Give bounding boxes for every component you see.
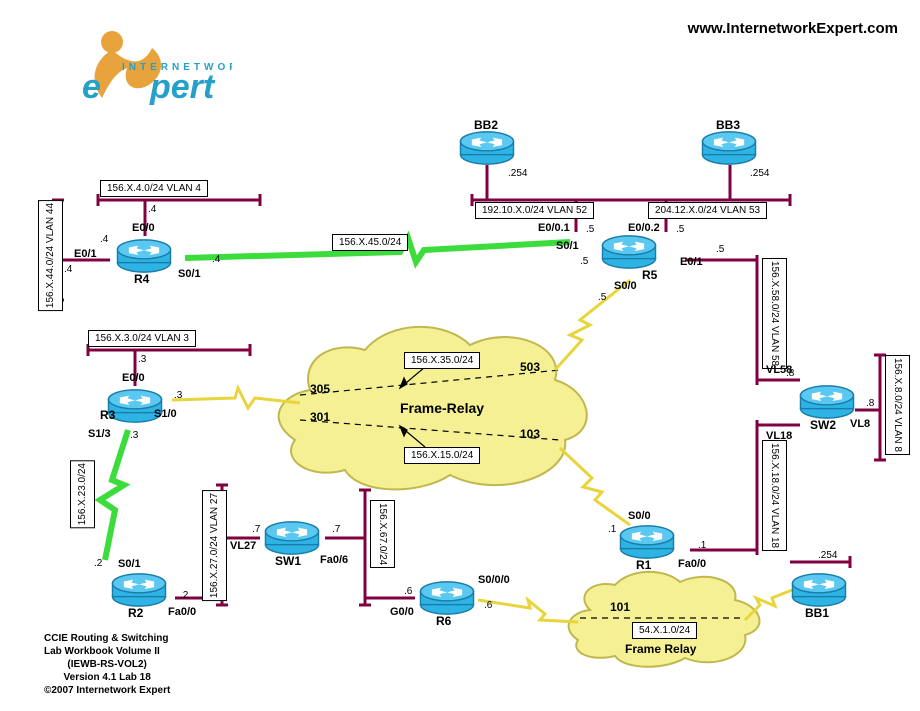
subnet-r2r3: 156.X.23.0/24 bbox=[70, 460, 95, 528]
label-r1: R1 bbox=[636, 558, 651, 572]
addr-r2-a: .2 bbox=[94, 558, 102, 569]
router-r5 bbox=[600, 234, 658, 270]
addr-r5-a: .5 bbox=[586, 224, 594, 235]
footer-l3: (IEWB-RS-VOL2) bbox=[44, 658, 170, 671]
iface-sw2-vl18: VL18 bbox=[766, 430, 792, 442]
addr-r5-b: .5 bbox=[676, 224, 684, 235]
iface-r1-fa00: Fa0/0 bbox=[678, 558, 706, 570]
footer-l2: Lab Workbook Volume II bbox=[44, 645, 170, 658]
subnet-sw1r6: 156.X.67.0/24 bbox=[370, 500, 395, 568]
addr-r3-a: .3 bbox=[138, 354, 146, 365]
dlci-101: 101 bbox=[610, 600, 630, 614]
cloud-main-label: Frame-Relay bbox=[400, 400, 484, 416]
addr-r4-c: .4 bbox=[100, 234, 108, 245]
addr-sw2-a: .8 bbox=[786, 368, 794, 379]
label-bb2: BB2 bbox=[474, 118, 498, 132]
subnet-r3r5: 156.X.35.0/24 bbox=[404, 352, 480, 369]
label-r4: R4 bbox=[134, 272, 149, 286]
subnet-vlan53: 204.12.X.0/24 VLAN 53 bbox=[648, 202, 767, 219]
iface-r2-s01: S0/1 bbox=[118, 558, 141, 570]
footer-block: CCIE Routing & Switching Lab Workbook Vo… bbox=[44, 632, 170, 697]
iface-r5-s00: S0/0 bbox=[614, 280, 637, 292]
label-bb3: BB3 bbox=[716, 118, 740, 132]
addr-sw2-b: .8 bbox=[866, 398, 874, 409]
subnet-r1r3: 156.X.15.0/24 bbox=[404, 447, 480, 464]
subnet-vlan52: 192.10.X.0/24 VLAN 52 bbox=[475, 202, 594, 219]
iface-r4-e01: E0/1 bbox=[74, 248, 97, 260]
subnet-vlan4: 156.X.4.0/24 VLAN 4 bbox=[100, 180, 208, 197]
iface-r3-e00: E0/0 bbox=[122, 372, 145, 384]
label-r5: R5 bbox=[642, 268, 657, 282]
footer-l1: CCIE Routing & Switching bbox=[44, 632, 170, 645]
iface-r1-s00: S0/0 bbox=[628, 510, 651, 522]
subnet-vlan8: 156.X.8.0/24 VLAN 8 bbox=[885, 355, 910, 455]
router-sw1 bbox=[263, 520, 321, 556]
dlci-301: 301 bbox=[310, 410, 330, 424]
dlci-103: 103 bbox=[520, 427, 540, 441]
footer-l4: Version 4.1 Lab 18 bbox=[44, 671, 170, 684]
addr-r1-a: .1 bbox=[608, 524, 616, 535]
addr-r4-b: .4 bbox=[64, 264, 72, 275]
addr-sw1-b: .7 bbox=[332, 524, 340, 535]
router-r6 bbox=[418, 580, 476, 616]
addr-r3-b: .3 bbox=[174, 390, 182, 401]
subnet-vlan3: 156.X.3.0/24 VLAN 3 bbox=[88, 330, 196, 347]
addr-bb2: .254 bbox=[508, 168, 527, 179]
addr-r2-b: .2 bbox=[180, 590, 188, 601]
label-r6: R6 bbox=[436, 614, 451, 628]
iface-r2-fa00: Fa0/0 bbox=[168, 606, 196, 618]
addr-r6-a: .6 bbox=[404, 586, 412, 597]
addr-r5-e: .5 bbox=[598, 292, 606, 303]
addr-r4-d: .4 bbox=[212, 254, 220, 265]
addr-sw1-a: .7 bbox=[252, 524, 260, 535]
addr-r4-a: .4 bbox=[148, 204, 156, 215]
addr-bb1: .254 bbox=[818, 550, 837, 561]
subnet-vlan18: 156.X.18.0/24 VLAN 18 bbox=[762, 440, 787, 551]
iface-r5-e01: E0/1 bbox=[680, 256, 703, 268]
subnet-vlan27: 156.X.27.0/24 VLAN 27 bbox=[202, 490, 227, 601]
iface-r3-s13: S1/3 bbox=[88, 428, 111, 440]
label-bb1: BB1 bbox=[805, 606, 829, 620]
subnet-r6cloud: 54.X.1.0/24 bbox=[632, 622, 697, 639]
router-bb1 bbox=[790, 572, 848, 608]
subnet-vlan58: 156.X.58.0/24 VLAN 58 bbox=[762, 258, 787, 369]
iface-r3-s10: S1/0 bbox=[154, 408, 177, 420]
router-r2 bbox=[110, 572, 168, 608]
iface-r5-e001: E0/0.1 bbox=[538, 222, 570, 234]
addr-r3-c: .3 bbox=[130, 430, 138, 441]
footer-l5: ©2007 Internetwork Expert bbox=[44, 684, 170, 697]
subnet-vlan44: 156.X.44.0/24 VLAN 44 bbox=[38, 200, 63, 311]
dlci-503: 503 bbox=[520, 360, 540, 374]
router-bb2 bbox=[458, 130, 516, 166]
router-r1 bbox=[618, 524, 676, 560]
label-r3: R3 bbox=[100, 408, 115, 422]
label-r2: R2 bbox=[128, 606, 143, 620]
router-bb3 bbox=[700, 130, 758, 166]
label-sw1: SW1 bbox=[275, 554, 301, 568]
iface-r6-g00: G0/0 bbox=[390, 606, 414, 618]
cloud-r6-label: Frame Relay bbox=[625, 642, 696, 656]
addr-r1-b: .1 bbox=[698, 540, 706, 551]
label-sw2: SW2 bbox=[810, 418, 836, 432]
addr-r6-b: .6 bbox=[484, 600, 492, 611]
router-r4 bbox=[115, 238, 173, 274]
iface-r6-s000: S0/0/0 bbox=[478, 574, 510, 586]
router-sw2 bbox=[798, 384, 856, 420]
iface-sw2-vl8: VL8 bbox=[850, 418, 870, 430]
iface-r4-e00: E0/0 bbox=[132, 222, 155, 234]
addr-r5-d: .5 bbox=[716, 244, 724, 255]
iface-r5-e002: E0/0.2 bbox=[628, 222, 660, 234]
iface-sw1-vl27: VL27 bbox=[230, 540, 256, 552]
iface-r4-s01: S0/1 bbox=[178, 268, 201, 280]
iface-r5-s01: S0/1 bbox=[556, 240, 579, 252]
iface-sw1-fa06: Fa0/6 bbox=[320, 554, 348, 566]
addr-bb3: .254 bbox=[750, 168, 769, 179]
dlci-305: 305 bbox=[310, 382, 330, 396]
subnet-r4r5: 156.X.45.0/24 bbox=[332, 234, 408, 251]
addr-r5-c: .5 bbox=[580, 256, 588, 267]
